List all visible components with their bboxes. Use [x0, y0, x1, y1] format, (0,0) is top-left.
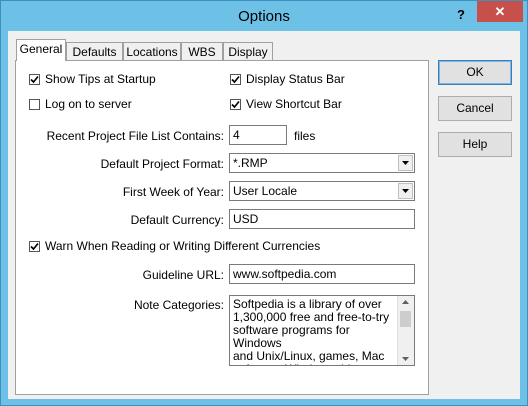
note-categories-label: Note Categories:: [133, 298, 224, 312]
title-bar[interactable]: Options ? ✕: [1, 1, 527, 31]
close-button[interactable]: ✕: [477, 1, 523, 22]
ok-button[interactable]: OK: [438, 60, 512, 85]
tab-defaults[interactable]: Defaults: [66, 42, 123, 60]
guideline-url-label: Guideline URL:: [142, 268, 224, 282]
cancel-button[interactable]: Cancel: [438, 96, 512, 121]
default-format-label: Default Project Format:: [100, 157, 224, 171]
display-status-bar-label: Display Status Bar: [246, 72, 345, 86]
checkbox-box: [230, 73, 241, 85]
note-categories-text: Softpedia is a library of over 1,300,000…: [233, 297, 390, 366]
checkbox-box: [230, 98, 241, 110]
view-shortcut-bar-label: View Shortcut Bar: [246, 97, 342, 111]
tab-display[interactable]: Display: [223, 42, 273, 60]
first-week-label: First Week of Year:: [122, 185, 224, 199]
tab-wbs[interactable]: WBS: [181, 42, 223, 60]
checkbox-box: [29, 98, 40, 110]
warn-currencies-checkbox[interactable]: Warn When Reading or Writing Different C…: [29, 238, 320, 254]
default-currency-input[interactable]: USD: [229, 209, 415, 229]
options-dialog: Options ? ✕ General Defaults Locations W…: [0, 0, 528, 406]
show-tips-checkbox[interactable]: Show Tips at Startup: [29, 71, 156, 87]
recent-files-label: Recent Project File List Contains:: [46, 129, 224, 143]
log-on-label: Log on to server: [45, 97, 132, 111]
checkbox-box: [29, 73, 40, 85]
chevron-down-icon[interactable]: [398, 155, 413, 171]
default-currency-label: Default Currency:: [130, 213, 224, 227]
warn-currencies-label: Warn When Reading or Writing Different C…: [45, 239, 321, 253]
scrollbar-arrows-icon: [400, 300, 411, 361]
default-format-select[interactable]: *.RMP: [229, 153, 415, 173]
general-panel: Show Tips at Startup Log on to server Di…: [15, 60, 429, 395]
note-scrollbar[interactable]: [397, 296, 414, 365]
display-status-bar-checkbox[interactable]: Display Status Bar: [230, 71, 345, 87]
note-categories-textarea[interactable]: Softpedia is a library of over 1,300,000…: [229, 295, 415, 366]
window-title: Options: [238, 8, 290, 25]
recent-files-input[interactable]: 4: [229, 125, 287, 145]
first-week-select[interactable]: User Locale: [229, 181, 415, 201]
log-on-checkbox[interactable]: Log on to server: [29, 96, 132, 112]
chevron-down-icon[interactable]: [398, 183, 413, 199]
tab-locations[interactable]: Locations: [123, 42, 181, 60]
view-shortcut-bar-checkbox[interactable]: View Shortcut Bar: [230, 96, 342, 112]
tab-general[interactable]: General: [16, 39, 66, 61]
context-help-button[interactable]: ?: [451, 6, 471, 24]
show-tips-label: Show Tips at Startup: [45, 72, 156, 86]
first-week-value: User Locale: [233, 184, 298, 198]
default-format-value: *.RMP: [233, 156, 268, 170]
recent-files-suffix: files: [294, 129, 316, 143]
checkbox-box: [29, 240, 40, 252]
help-button[interactable]: Help: [438, 132, 512, 157]
dialog-body: General Defaults Locations WBS Display S…: [8, 31, 520, 399]
guideline-url-input[interactable]: www.softpedia.com: [229, 264, 415, 284]
